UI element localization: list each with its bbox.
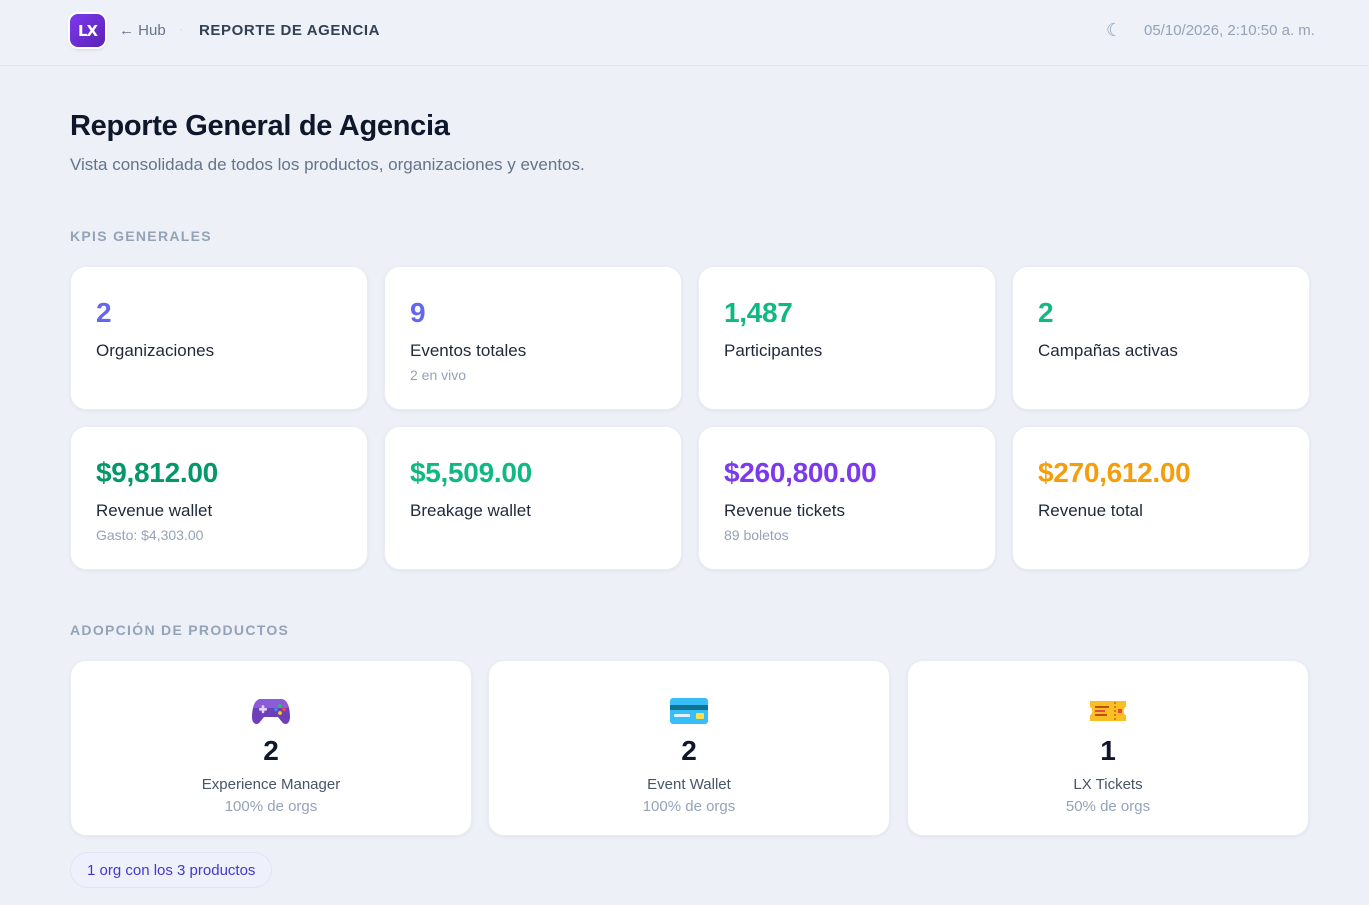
kpi-card-revenue-wallet: $9,812.00 Revenue wallet Gasto: $4,303.0… bbox=[70, 426, 368, 570]
kpi-card-campanas: 2 Campañas activas bbox=[1012, 266, 1310, 410]
kpi-card-participantes: 1,487 Participantes bbox=[698, 266, 996, 410]
kpi-label: Eventos totales bbox=[410, 341, 527, 360]
kpi-card-organizaciones: 2 Organizaciones bbox=[70, 266, 368, 410]
kpi-sub: 89 boletos bbox=[724, 527, 789, 543]
kpi-value: $9,812.00 bbox=[96, 457, 218, 488]
kpis-section-label: KPIS GENERALES bbox=[70, 228, 212, 244]
breadcrumb-title: REPORTE DE AGENCIA bbox=[199, 22, 381, 39]
ticket-icon bbox=[908, 691, 1308, 731]
credit-card-icon bbox=[489, 691, 889, 731]
kpi-label: Revenue wallet bbox=[96, 501, 213, 520]
kpi-label: Campañas activas bbox=[1038, 341, 1178, 360]
product-name: Event Wallet bbox=[647, 776, 731, 793]
product-card-event-wallet: 2 Event Wallet 100% de orgs bbox=[488, 660, 890, 836]
breadcrumb-separator: · bbox=[179, 22, 183, 36]
kpi-value: $260,800.00 bbox=[724, 457, 877, 488]
kpi-value: 2 bbox=[96, 297, 112, 328]
moon-icon[interactable]: ☾ bbox=[1106, 20, 1122, 41]
product-card-lx-tickets: 1 LX Tickets 50% de orgs bbox=[907, 660, 1309, 836]
product-count: 2 bbox=[263, 735, 279, 766]
kpi-value: 9 bbox=[410, 297, 426, 328]
kpi-card-eventos: 9 Eventos totales 2 en vivo bbox=[384, 266, 682, 410]
kpi-value: $5,509.00 bbox=[410, 457, 532, 488]
product-count: 2 bbox=[681, 735, 697, 766]
datetime-display: 05/10/2026, 2:10:50 a. m. bbox=[1144, 22, 1315, 39]
kpi-label: Revenue tickets bbox=[724, 501, 845, 520]
kpi-value: $270,612.00 bbox=[1038, 457, 1191, 488]
product-name: LX Tickets bbox=[1073, 776, 1143, 793]
kpi-sub: Gasto: $4,303.00 bbox=[96, 527, 204, 543]
kpi-label: Revenue total bbox=[1038, 501, 1143, 520]
top-bar: LX ← Hub · REPORTE DE AGENCIA ☾ 05/10/20… bbox=[0, 0, 1369, 66]
kpi-value: 1,487 bbox=[724, 297, 793, 328]
kpi-sub: 2 en vivo bbox=[410, 367, 467, 383]
kpi-card-revenue-total: $270,612.00 Revenue total bbox=[1012, 426, 1310, 570]
kpi-label: Breakage wallet bbox=[410, 501, 531, 520]
back-to-hub-link[interactable]: ← Hub bbox=[119, 22, 166, 39]
kpi-value: 2 bbox=[1038, 297, 1054, 328]
kpi-card-revenue-tickets: $260,800.00 Revenue tickets 89 boletos bbox=[698, 426, 996, 570]
kpi-card-breakage-wallet: $5,509.00 Breakage wallet bbox=[384, 426, 682, 570]
logo-text: LX bbox=[77, 21, 98, 40]
product-card-experience-manager: 2 Experience Manager 100% de orgs bbox=[70, 660, 472, 836]
page-title: Reporte General de Agencia bbox=[70, 110, 450, 142]
adoption-section-label: ADOPCIÓN DE PRODUCTOS bbox=[70, 622, 290, 638]
product-count: 1 bbox=[1100, 735, 1116, 766]
all-products-summary-pill: 1 org con los 3 productos bbox=[70, 852, 273, 888]
product-percentage: 100% de orgs bbox=[224, 798, 318, 815]
product-name: Experience Manager bbox=[201, 776, 341, 793]
product-percentage: 50% de orgs bbox=[1065, 798, 1151, 815]
kpi-label: Participantes bbox=[724, 341, 823, 360]
kpi-label: Organizaciones bbox=[96, 341, 215, 360]
product-percentage: 100% de orgs bbox=[642, 798, 736, 815]
lx-logo[interactable]: LX bbox=[70, 14, 105, 47]
page-subtitle: Vista consolidada de todos los productos… bbox=[70, 155, 585, 174]
game-controller-icon bbox=[71, 691, 471, 731]
